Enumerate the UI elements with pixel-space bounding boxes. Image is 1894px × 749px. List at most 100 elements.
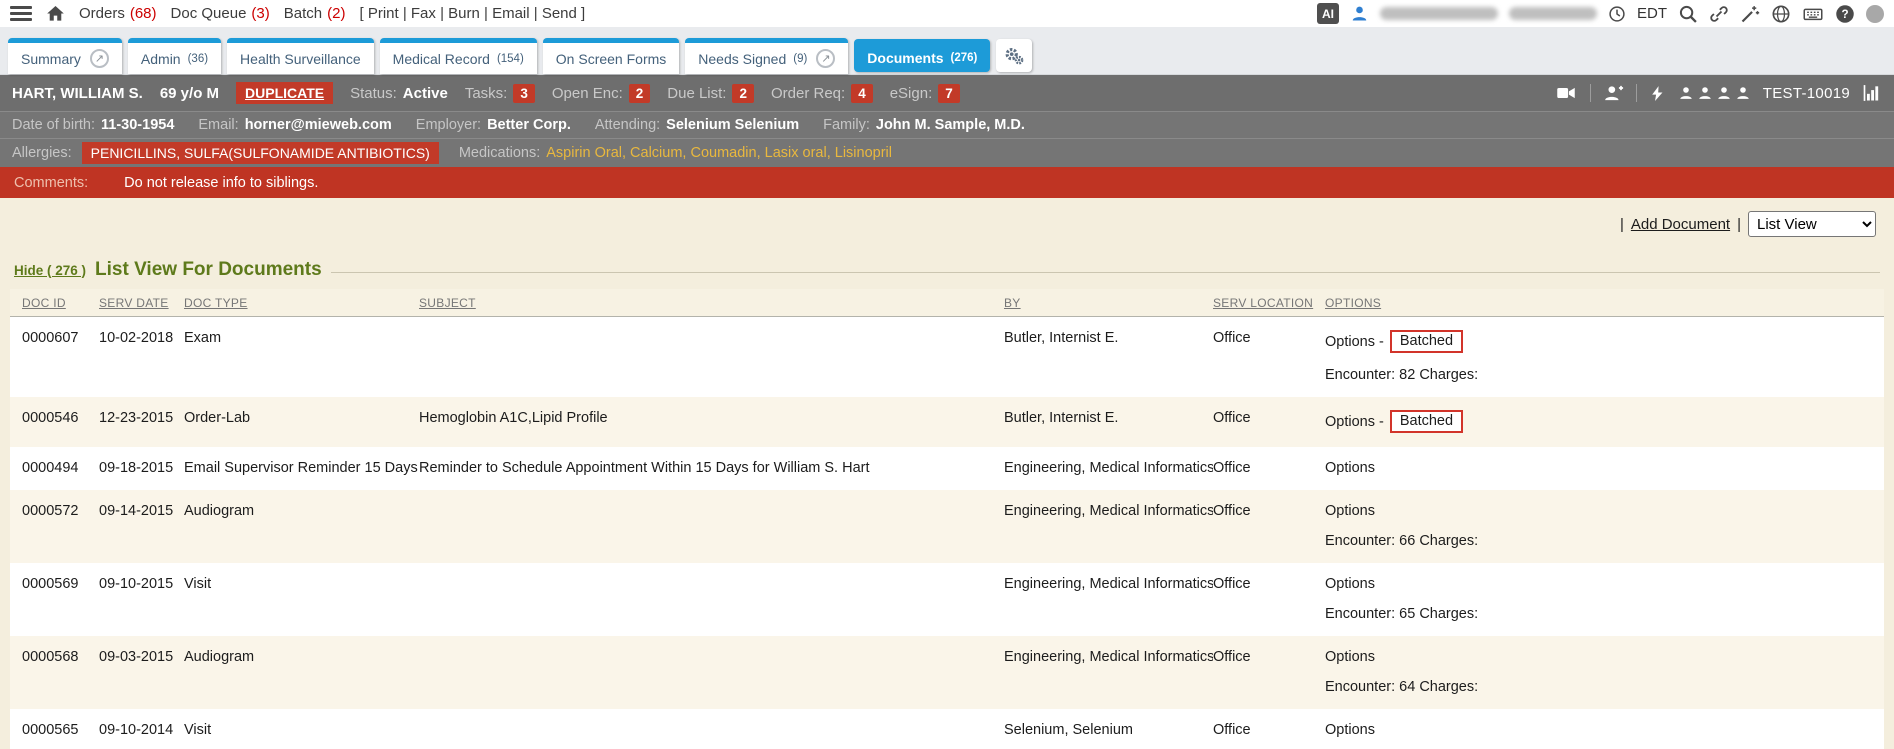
medication-link[interactable]: Coumadin [682,145,756,161]
add-document-link[interactable]: Add Document [1631,216,1730,233]
counter-badge[interactable]: 2 [629,84,651,103]
doc-id-cell[interactable]: 0000572 [22,503,99,549]
patient-counter: Due List:2 [667,84,754,103]
table-row[interactable]: 0000572 09-14-2015 Audiogram Engineering… [10,490,1884,563]
topbar-item-label: Doc Queue [171,5,247,22]
demographic-pair: Family:John M. Sample, M.D. [823,117,1025,133]
options-cell: Options Encounter: 64 Charges: [1325,649,1884,695]
external-link-icon[interactable]: ↗ [816,49,835,68]
counter-badge[interactable]: 2 [732,84,754,103]
video-camera-icon[interactable] [1554,83,1578,103]
options-cell: Options - Batched Encounter: 82 Charges: [1325,330,1884,383]
search-icon[interactable] [1678,4,1698,24]
encounter-charges: Encounter: 82 Charges: [1325,367,1874,383]
column-header[interactable]: SERV LOCATION [1213,296,1325,310]
tab-settings-button[interactable] [996,39,1032,72]
doc-id-cell[interactable]: 0000569 [22,576,99,622]
table-row[interactable]: 0000494 09-18-2015 Email Supervisor Remi… [10,447,1884,490]
by-cell: Engineering, Medical Informatics [1004,649,1213,695]
keyboard-icon[interactable] [1802,4,1824,24]
topbar-menu-item[interactable]: Batch(2) [284,5,346,22]
view-mode-select[interactable]: List View [1748,211,1876,237]
options-link[interactable]: Options [1325,649,1375,665]
comments-bar: Comments: Do not release info to sibling… [0,167,1894,198]
table-row[interactable]: 0000607 10-02-2018 Exam Butler, Internis… [10,317,1884,397]
doc-id-cell[interactable]: 0000568 [22,649,99,695]
medication-link[interactable]: Aspirin Oral [546,145,622,161]
column-header[interactable]: DOC ID [22,296,99,310]
clock-icon[interactable] [1608,5,1626,23]
medication-link[interactable]: Lasix oral [757,145,827,161]
person-icon[interactable] [1697,85,1713,101]
person-add-icon[interactable] [1603,83,1624,103]
options-link[interactable]: Options - [1325,334,1384,350]
doc-id-cell[interactable]: 0000546 [22,410,99,433]
table-row[interactable]: 0000569 09-10-2015 Visit Engineering, Me… [10,563,1884,636]
allergy-badge[interactable]: PENICILLINS, SULFA(SULFONAMIDE ANTIBIOTI… [82,142,439,164]
counter-badge[interactable]: 3 [513,84,535,103]
demographic-label: Family: [823,117,870,133]
serv-date-cell: 09-14-2015 [99,503,184,549]
table-row[interactable]: 0000565 09-10-2014 Visit Selenium, Selen… [10,709,1884,749]
chart-tab[interactable]: Medical Record (154) [380,38,537,74]
chart-tab[interactable]: Admin (36) [128,38,221,74]
batch-action-link[interactable]: Fax [399,5,436,22]
doc-id-cell[interactable]: 0000494 [22,460,99,476]
by-cell: Butler, Internist E. [1004,330,1213,383]
doc-id-cell[interactable]: 0000607 [22,330,99,383]
batch-action-link[interactable]: Print [368,5,399,22]
patient-counter: Open Enc: 2 [552,84,650,103]
avatar[interactable] [1866,5,1884,23]
list-title: List View For Documents [95,259,322,281]
topbar-menu-item[interactable]: Doc Queue(3) [171,5,270,22]
comments-text: Do not release info to siblings. [124,175,318,191]
batch-action-link[interactable]: Burn [436,5,480,22]
options-link[interactable]: Options [1325,460,1375,476]
options-link[interactable]: Options [1325,576,1375,592]
user-icon[interactable] [1350,4,1369,23]
home-icon[interactable] [46,4,65,23]
topbar-menu-item[interactable]: Orders(68) [79,5,157,22]
chart-tab[interactable]: On Screen Forms [543,38,679,74]
batch-action-link[interactable]: Email [480,5,530,22]
table-row[interactable]: 0000546 12-23-2015 Order-Lab Hemoglobin … [10,397,1884,447]
options-link[interactable]: Options [1325,503,1375,519]
counter-label: Open Enc: [552,85,623,102]
person-icon[interactable] [1716,85,1732,101]
duplicate-badge[interactable]: DUPLICATE [236,82,333,104]
column-header[interactable]: DOC TYPE [184,296,419,310]
chart-tab[interactable]: Health Surveillance [227,38,374,74]
link-icon[interactable] [1709,4,1729,24]
ai-badge[interactable]: AI [1317,3,1339,24]
counter-badge[interactable]: 4 [851,84,873,103]
chart-tab[interactable]: Summary ↗ [8,38,122,74]
globe-icon[interactable] [1771,4,1791,24]
counter-badge[interactable]: 7 [938,84,960,103]
table-row[interactable]: 0000568 09-03-2015 Audiogram Engineering… [10,636,1884,709]
tab-count: (154) [497,53,524,65]
patient-id: TEST-10019 [1763,85,1850,102]
column-header[interactable]: SUBJECT [419,296,1004,310]
tab-count: (9) [793,53,807,65]
person-icon[interactable] [1735,85,1751,101]
medication-link[interactable]: Calcium [622,145,682,161]
hide-link[interactable]: Hide ( 276 ) [14,263,86,278]
column-header[interactable]: BY [1004,296,1213,310]
wand-icon[interactable] [1740,4,1760,24]
doc-id-cell[interactable]: 0000565 [22,722,99,749]
person-icon[interactable] [1678,85,1694,101]
status-label: Status: [350,85,397,102]
lightning-icon[interactable] [1649,84,1666,103]
bar-chart-icon[interactable] [1862,83,1882,103]
external-link-icon[interactable]: ↗ [90,49,109,68]
options-link[interactable]: Options - [1325,414,1384,430]
chart-tab[interactable]: Documents (276) [854,39,990,72]
help-icon[interactable] [1835,4,1855,24]
column-header[interactable]: SERV DATE [99,296,184,310]
column-header[interactable]: OPTIONS [1325,296,1884,310]
menu-icon[interactable] [10,6,32,21]
medication-link[interactable]: Lisinopril [827,145,892,161]
batch-action-link[interactable]: Send [530,5,577,22]
chart-tab[interactable]: Needs Signed (9) ↗ [685,38,848,74]
options-link[interactable]: Options [1325,722,1375,738]
